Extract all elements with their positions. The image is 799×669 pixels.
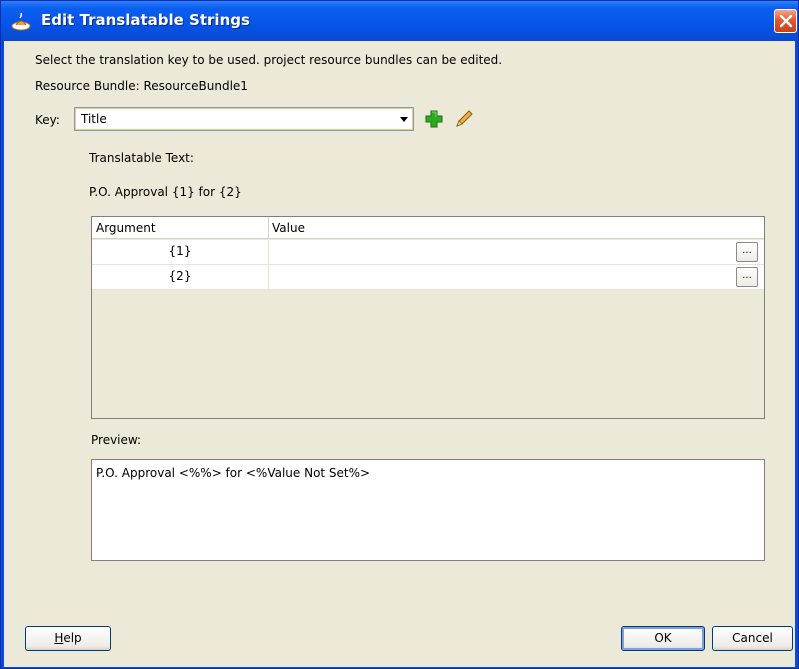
ok-button[interactable]: OK xyxy=(621,626,705,651)
argument-cell: {2} xyxy=(168,269,192,283)
help-label: elp xyxy=(63,631,82,645)
preview-textarea[interactable]: P.O. Approval <%%> for <%Value Not Set%> xyxy=(91,459,765,561)
add-icon[interactable] xyxy=(424,109,444,129)
column-header-value[interactable]: Value xyxy=(272,221,305,235)
edit-pencil-icon[interactable] xyxy=(454,109,474,129)
table-header: Argument Value xyxy=(92,217,764,239)
app-icon xyxy=(11,12,31,31)
cancel-button[interactable]: Cancel xyxy=(712,626,793,651)
table-row[interactable]: {1} ... xyxy=(92,240,764,265)
dialog-window: Edit Translatable Strings Select the tra… xyxy=(0,0,799,669)
key-select-value: Title xyxy=(81,112,107,126)
key-select[interactable]: Title xyxy=(74,107,414,131)
resource-bundle-label: Resource Bundle: ResourceBundle1 xyxy=(35,79,248,93)
column-divider xyxy=(268,240,269,264)
translatable-text-value: P.O. Approval {1} for {2} xyxy=(89,185,242,199)
window-title: Edit Translatable Strings xyxy=(41,11,250,29)
close-button[interactable] xyxy=(774,9,797,33)
table-row[interactable]: {2} ... xyxy=(92,265,764,290)
arguments-table: Argument Value {1} ... {2} ... xyxy=(91,216,765,419)
edit-value-button[interactable]: ... xyxy=(736,267,758,287)
title-bar[interactable]: Edit Translatable Strings xyxy=(1,1,798,41)
help-button[interactable]: Help xyxy=(25,626,111,651)
column-divider[interactable] xyxy=(268,217,269,239)
close-icon xyxy=(779,14,793,28)
preview-label: Preview: xyxy=(91,433,142,447)
column-header-argument[interactable]: Argument xyxy=(96,221,156,235)
argument-cell: {1} xyxy=(168,244,192,258)
instruction-text: Select the translation key to be used. p… xyxy=(35,53,503,67)
column-divider xyxy=(268,265,269,289)
preview-text: P.O. Approval <%%> for <%Value Not Set%> xyxy=(96,466,371,480)
dropdown-arrow-icon[interactable] xyxy=(399,114,409,124)
help-mnemonic: H xyxy=(54,631,64,645)
key-label: Key: xyxy=(35,113,60,127)
translatable-text-label: Translatable Text: xyxy=(89,151,194,165)
edit-value-button[interactable]: ... xyxy=(736,242,758,262)
